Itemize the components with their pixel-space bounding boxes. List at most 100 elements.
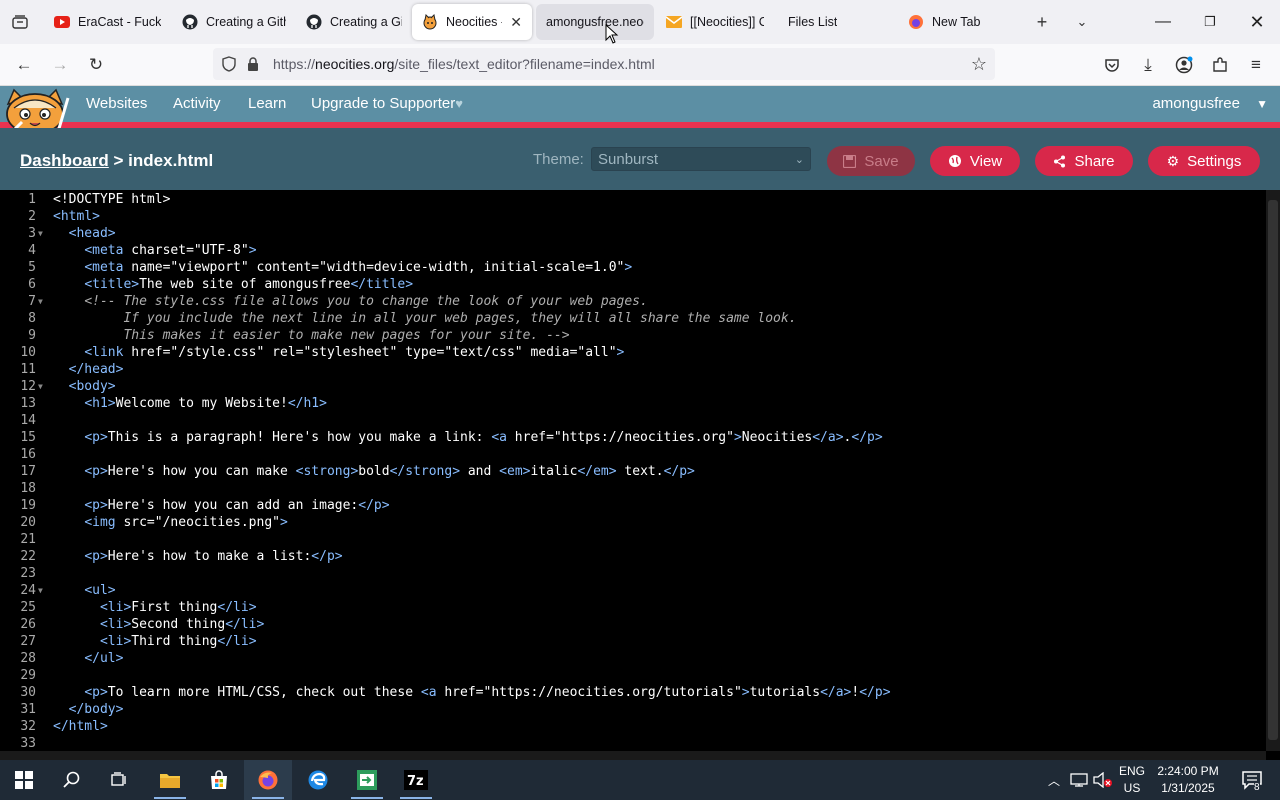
app-icon-green[interactable]	[343, 760, 391, 800]
code-line[interactable]: 21	[0, 531, 1266, 548]
tab-5[interactable]: amongusfree.neoc	[536, 4, 654, 40]
line-number: 15	[20, 430, 36, 445]
code-line[interactable]: 31 </body>	[0, 701, 1266, 718]
fold-arrow-icon[interactable]: ▼	[38, 378, 43, 395]
tab-2[interactable]: Creating a Gith	[172, 4, 296, 40]
fold-arrow-icon[interactable]: ▼	[38, 293, 43, 310]
fold-arrow-icon[interactable]: ▼	[38, 225, 43, 242]
theme-select[interactable]: Sunburst ⌄	[591, 147, 811, 171]
list-all-tabs-icon[interactable]: ⌄	[1068, 8, 1096, 36]
breadcrumb-dashboard-link[interactable]: Dashboard	[20, 151, 109, 170]
shield-icon[interactable]	[217, 56, 241, 72]
code-text: <link href="/style.css" rel="stylesheet"…	[84, 345, 625, 360]
clock[interactable]: 2:24:00 PM 1/31/2025	[1156, 763, 1220, 797]
settings-button[interactable]: ⚙ Settings	[1148, 146, 1260, 176]
nav-activity[interactable]: Activity	[173, 95, 221, 112]
code-line[interactable]: 20 <img src="/neocities.png">	[0, 514, 1266, 531]
code-line[interactable]: 9 This makes it easier to make new pages…	[0, 327, 1266, 344]
input-language[interactable]: ENG US	[1116, 763, 1148, 797]
lock-icon[interactable]	[241, 56, 265, 72]
tab-overview-icon[interactable]	[6, 8, 34, 36]
breadcrumb-separator: >	[108, 151, 129, 170]
close-window-button[interactable]: ✕	[1234, 0, 1280, 44]
nav-upgrade[interactable]: Upgrade to Supporter♥	[311, 95, 463, 112]
code-line[interactable]: 5 <meta name="viewport" content="width=d…	[0, 259, 1266, 276]
extensions-icon[interactable]	[1205, 51, 1235, 79]
task-view-icon[interactable]	[96, 760, 144, 800]
code-line[interactable]: 16	[0, 446, 1266, 463]
code-line[interactable]: 33	[0, 735, 1266, 752]
code-line[interactable]: 24 ▼ <ul>	[0, 582, 1266, 599]
restore-button[interactable]: ❐	[1187, 0, 1233, 44]
code-line[interactable]: 25 <li>First thing</li>	[0, 599, 1266, 616]
firefox-taskbar-icon[interactable]	[244, 760, 292, 800]
tab-7[interactable]: Files List	[776, 4, 902, 40]
new-tab-button[interactable]: +	[1028, 8, 1056, 36]
code-line[interactable]: 13 <h1>Welcome to my Website!</h1>	[0, 395, 1266, 412]
code-line[interactable]: 4 <meta charset="UTF-8">	[0, 242, 1266, 259]
code-line[interactable]: 14	[0, 412, 1266, 429]
tab-8[interactable]: New Tab	[898, 4, 1022, 40]
reload-icon[interactable]: ↻	[81, 51, 111, 79]
url-text: https://neocities.org/site_files/text_ed…	[273, 56, 655, 72]
code-editor[interactable]: 1 <!DOCTYPE html> 2 <html> 3 ▼ <head> 4 <meta …	[0, 190, 1266, 751]
save-button[interactable]: Save	[827, 146, 915, 176]
search-icon[interactable]	[48, 760, 96, 800]
nav-websites[interactable]: Websites	[86, 95, 147, 112]
code-line[interactable]: 18	[0, 480, 1266, 497]
back-icon[interactable]: ←	[9, 51, 39, 79]
code-line[interactable]: 12 ▼ <body>	[0, 378, 1266, 395]
volume-muted-icon[interactable]	[1092, 760, 1114, 800]
code-line[interactable]: 29	[0, 667, 1266, 684]
account-icon[interactable]	[1169, 51, 1199, 79]
pocket-icon[interactable]	[1097, 51, 1127, 79]
tab-4[interactable]: Neocities - E ✕	[412, 4, 532, 40]
code-line[interactable]: 2 <html>	[0, 208, 1266, 225]
view-button[interactable]: View	[930, 146, 1020, 176]
view-button-label: View	[969, 152, 1003, 170]
code-line[interactable]: 10 <link href="/style.css" rel="styleshe…	[0, 344, 1266, 361]
tab-3[interactable]: Creating a Gith	[296, 4, 412, 40]
tray-chevron-up-icon[interactable]: ︿	[1044, 760, 1064, 800]
menu-icon[interactable]: ≡	[1241, 51, 1271, 79]
code-line[interactable]: 19 <p>Here's how you can add an image:</…	[0, 497, 1266, 514]
bookmark-star-icon[interactable]: ☆	[971, 54, 987, 75]
code-line[interactable]: 8 If you include the next line in all yo…	[0, 310, 1266, 327]
code-line[interactable]: 1 <!DOCTYPE html>	[0, 191, 1266, 208]
code-line[interactable]: 6 <title>The web site of amongusfree</ti…	[0, 276, 1266, 293]
code-line[interactable]: 7 ▼ <!-- The style.css file allows you to…	[0, 293, 1266, 310]
line-number: 5	[28, 260, 36, 275]
caret-down-icon[interactable]: ▼	[1256, 97, 1268, 111]
code-line[interactable]: 28 </ul>	[0, 650, 1266, 667]
edge-icon[interactable]	[294, 760, 342, 800]
code-line[interactable]: 11 </head>	[0, 361, 1266, 378]
file-explorer-icon[interactable]	[146, 760, 194, 800]
minimize-button[interactable]: —	[1140, 0, 1186, 44]
tab-6[interactable]: [[Neocities]] Co	[656, 4, 774, 40]
code-line[interactable]: 3 ▼ <head>	[0, 225, 1266, 242]
downloads-icon[interactable]: ⤓	[1133, 51, 1163, 79]
network-icon[interactable]	[1068, 760, 1090, 800]
scrollbar-thumb[interactable]	[1268, 200, 1278, 740]
forward-icon[interactable]: →	[45, 51, 75, 79]
notifications-icon[interactable]: 8	[1232, 760, 1272, 800]
windows-start-icon[interactable]	[0, 760, 48, 800]
code-line[interactable]: 26 <li>Second thing</li>	[0, 616, 1266, 633]
tab-1[interactable]: EraCast - Fuck	[44, 4, 172, 40]
code-line[interactable]: 23	[0, 565, 1266, 582]
7zip-icon[interactable]: 7z	[392, 760, 440, 800]
code-line[interactable]: 15 <p>This is a paragraph! Here's how yo…	[0, 429, 1266, 446]
code-line[interactable]: 17 <p>Here's how you can make <strong>bo…	[0, 463, 1266, 480]
share-button-label: Share	[1074, 152, 1115, 170]
share-button[interactable]: Share	[1035, 146, 1133, 176]
store-icon[interactable]	[195, 760, 243, 800]
nav-learn[interactable]: Learn	[248, 95, 286, 112]
fold-arrow-icon[interactable]: ▼	[38, 582, 43, 599]
user-menu[interactable]: amongusfree	[1152, 95, 1240, 112]
code-line[interactable]: 32 </html>	[0, 718, 1266, 735]
close-tab-icon[interactable]: ✕	[510, 14, 522, 31]
code-line[interactable]: 27 <li>Third thing</li>	[0, 633, 1266, 650]
code-line[interactable]: 22 <p>Here's how to make a list:</p>	[0, 548, 1266, 565]
code-line[interactable]: 30 <p>To learn more HTML/CSS, check out …	[0, 684, 1266, 701]
url-bar[interactable]: https://neocities.org/site_files/text_ed…	[213, 48, 995, 80]
